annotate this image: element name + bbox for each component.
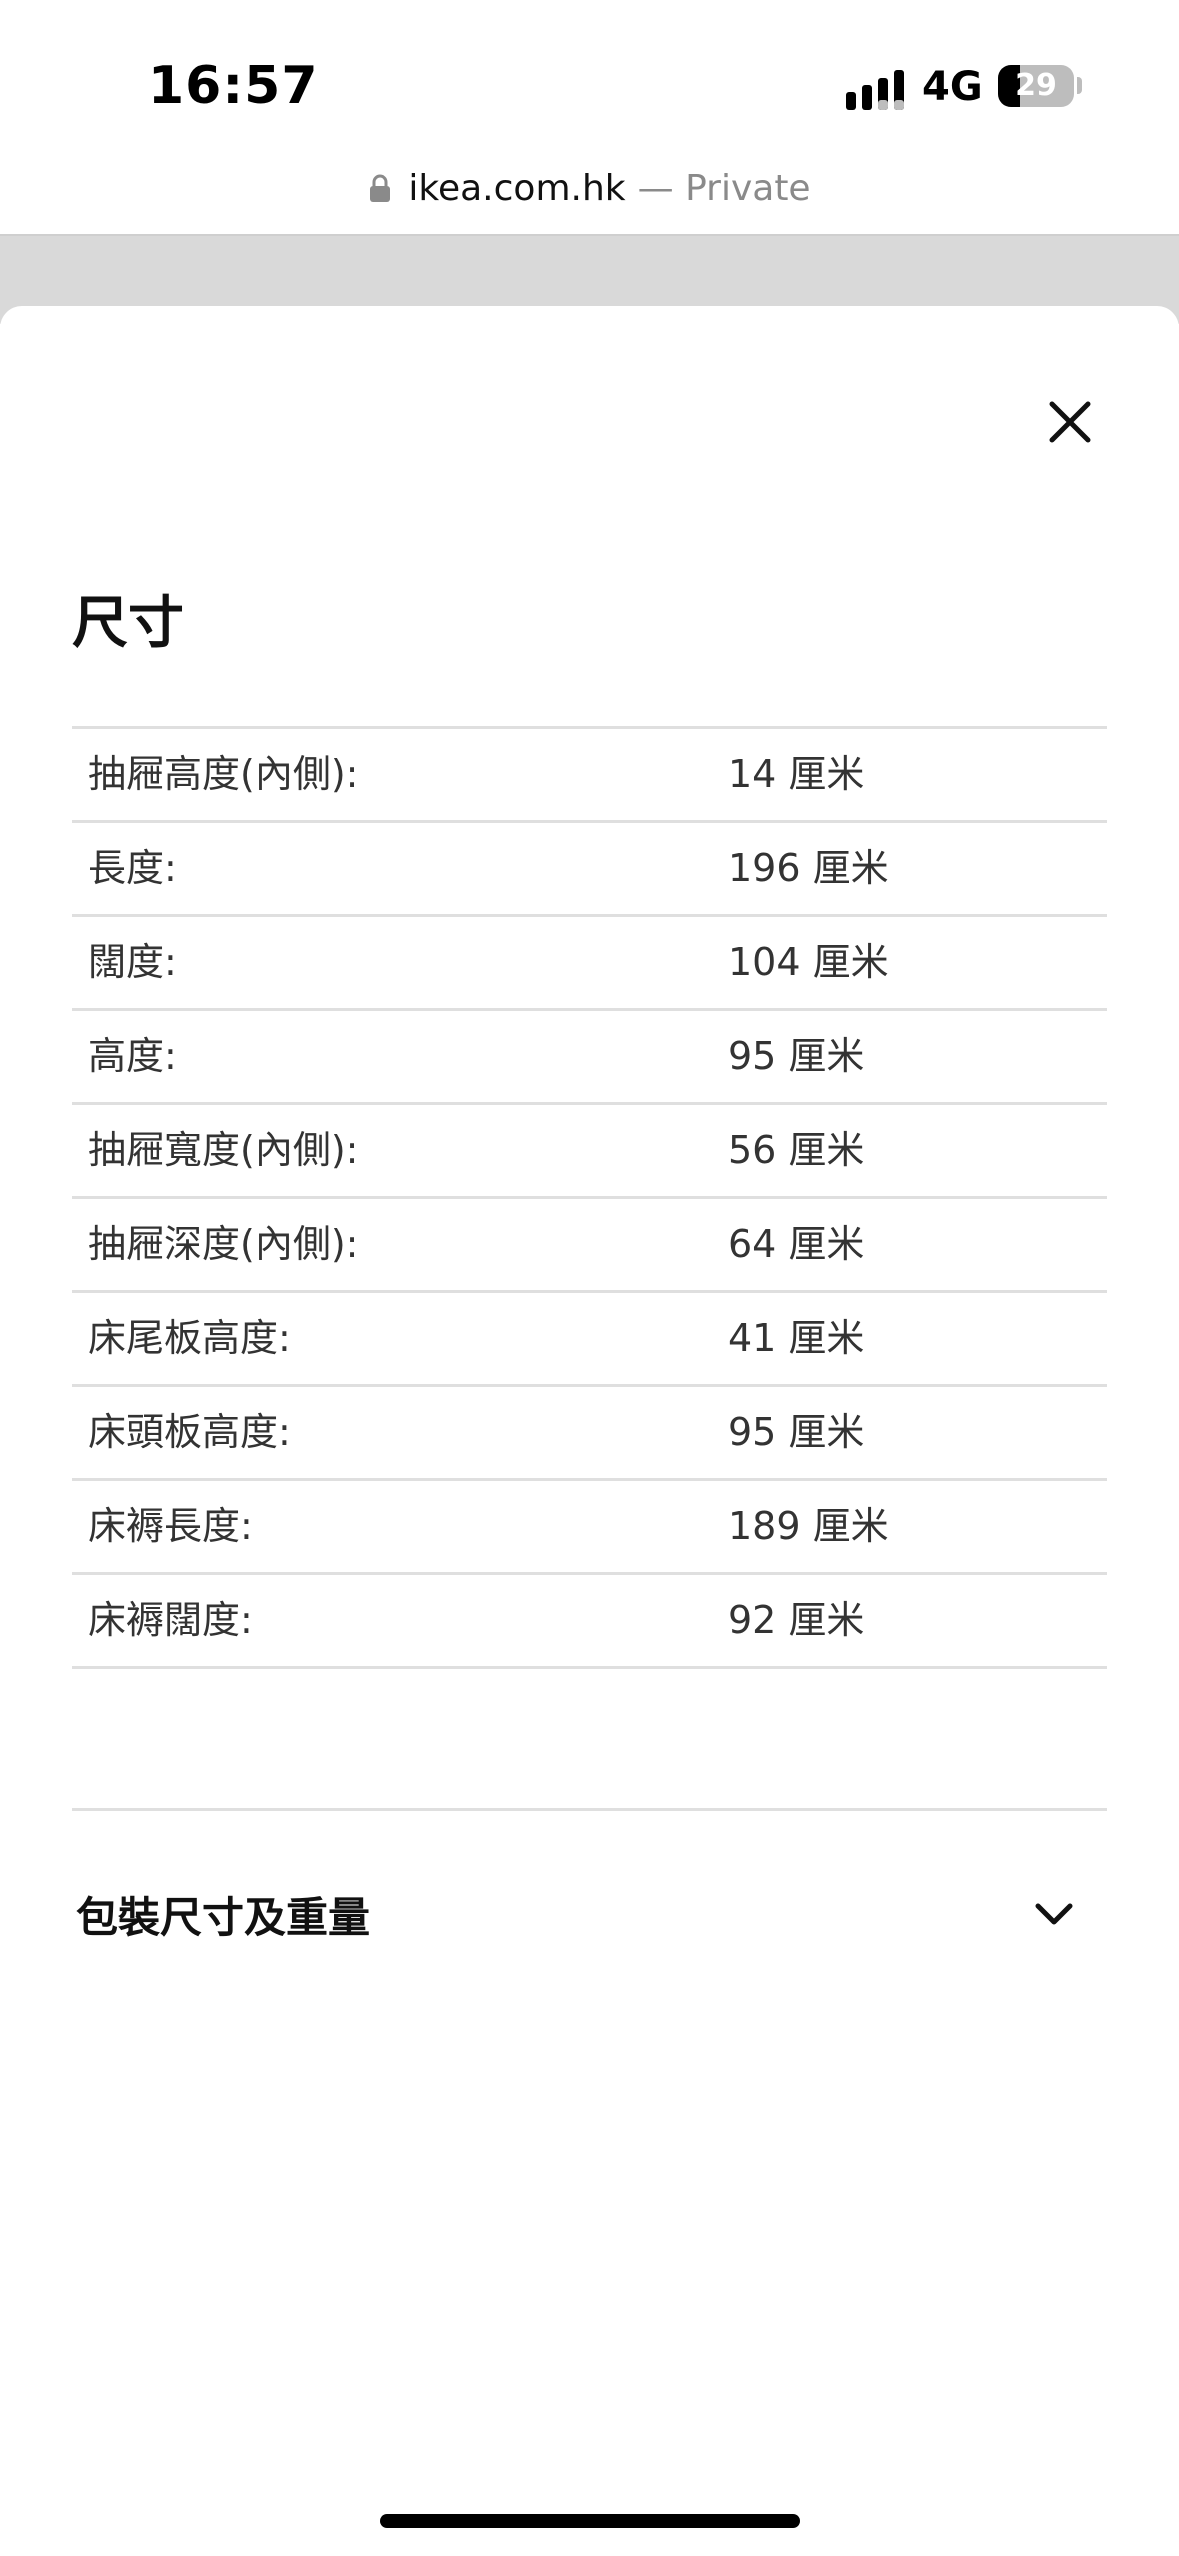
dimension-value: 56 厘米 — [728, 1128, 865, 1172]
status-bar: 16:57 4G 29 — [0, 0, 1179, 150]
table-row: 抽屜高度(內側): 14 厘米 — [72, 729, 1107, 823]
battery-icon: 29 — [998, 65, 1074, 107]
page-title: 尺寸 — [72, 591, 184, 656]
dimension-value: 14 厘米 — [728, 752, 865, 796]
dimension-label: 高度: — [88, 1034, 177, 1078]
table-row: 高度: 95 厘米 — [72, 1011, 1107, 1105]
lock-icon — [370, 174, 391, 202]
network-type: 4G — [922, 64, 983, 110]
dimension-label: 長度: — [88, 846, 177, 890]
section-divider — [72, 1808, 1107, 1811]
dimension-value: 95 厘米 — [728, 1034, 865, 1078]
dimension-label: 抽屜高度(內側): — [88, 752, 359, 796]
dimension-label: 床尾板高度: — [88, 1316, 291, 1360]
dimension-label: 床褥長度: — [88, 1504, 253, 1548]
dimension-value: 189 厘米 — [728, 1504, 889, 1548]
status-time: 16:57 — [148, 56, 319, 116]
package-section-title: 包裝尺寸及重量 — [76, 1893, 371, 1942]
close-icon — [1049, 401, 1091, 443]
address-domain: ikea.com.hk — [408, 167, 626, 209]
table-row: 長度: 196 厘米 — [72, 823, 1107, 917]
dimension-label: 床褥闊度: — [88, 1598, 253, 1642]
dimension-label: 床頭板高度: — [88, 1410, 291, 1454]
page: 16:57 4G 29 ikea.com.hk — Private 尺寸 抽屜高… — [0, 0, 1179, 2556]
address-bar[interactable]: ikea.com.hk — Private — [0, 158, 1179, 218]
table-row: 床尾板高度: 41 厘米 — [72, 1293, 1107, 1387]
dimension-label: 闊度: — [88, 940, 177, 984]
dimension-value: 196 厘米 — [728, 846, 889, 890]
chevron-down-icon — [1035, 1903, 1073, 1925]
dimension-label: 抽屜寬度(內側): — [88, 1128, 359, 1172]
private-label: — Private — [637, 167, 811, 209]
close-button[interactable] — [1040, 392, 1100, 452]
table-row: 床褥闊度: 92 厘米 — [72, 1575, 1107, 1669]
battery-level: 29 — [1015, 68, 1057, 103]
battery-cap — [1077, 77, 1082, 94]
dimension-label: 抽屜深度(內側): — [88, 1222, 359, 1266]
dimension-value: 41 厘米 — [728, 1316, 865, 1360]
dimensions-table: 抽屜高度(內側): 14 厘米 長度: 196 厘米 闊度: 104 厘米 高度… — [72, 726, 1107, 1669]
dimension-value: 95 厘米 — [728, 1410, 865, 1454]
dimension-value: 64 厘米 — [728, 1222, 865, 1266]
table-row: 抽屜深度(內側): 64 厘米 — [72, 1199, 1107, 1293]
table-row: 抽屜寬度(內側): 56 厘米 — [72, 1105, 1107, 1199]
home-indicator[interactable] — [380, 2514, 800, 2528]
table-row: 闊度: 104 厘米 — [72, 917, 1107, 1011]
dimension-value: 104 厘米 — [728, 940, 889, 984]
table-row: 床頭板高度: 95 厘米 — [72, 1387, 1107, 1481]
table-row: 床褥長度: 189 厘米 — [72, 1481, 1107, 1575]
dimension-value: 92 厘米 — [728, 1598, 865, 1642]
signal-icon — [846, 70, 904, 110]
package-dimensions-toggle[interactable]: 包裝尺寸及重量 — [72, 1870, 1107, 1960]
